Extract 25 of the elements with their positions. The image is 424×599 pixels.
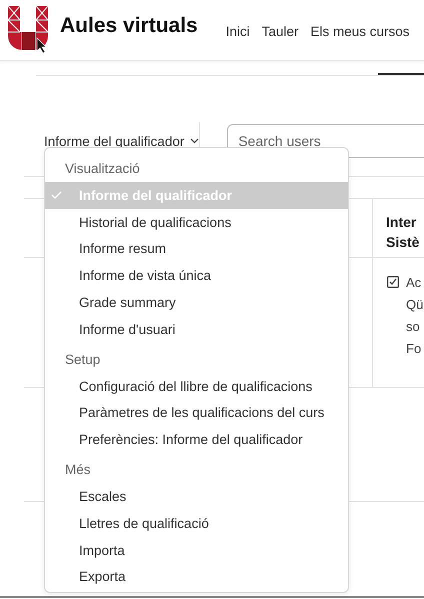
menu-section-title: Visualització xyxy=(64,160,141,178)
menu-item[interactable]: Historial de qualificacions xyxy=(45,208,348,236)
menu-item[interactable]: Escales xyxy=(45,483,348,510)
menu-item[interactable]: Grade summary xyxy=(45,289,348,316)
site-title: Aules virtuals xyxy=(60,14,198,38)
menu-item[interactable]: Preferències: Informe del qualificador xyxy=(45,426,348,454)
column-header: Inter Sistè xyxy=(372,199,424,258)
activity-text: Ac Qü so Fo xyxy=(406,274,424,358)
logo-icon xyxy=(8,6,48,54)
menu-item[interactable]: Configuració del llibre de qualificacions xyxy=(45,372,348,400)
menu-item[interactable]: Importa xyxy=(45,536,348,564)
nav-link[interactable]: Inici xyxy=(226,24,250,38)
menu-section-title: Més xyxy=(64,461,92,480)
nav-link[interactable]: Els meus cursos xyxy=(310,24,410,38)
menu-item[interactable]: Paràmetres de les qualificacions del curs xyxy=(45,400,348,426)
menu-item[interactable]: Informe d'usuari xyxy=(45,316,348,343)
check-icon xyxy=(51,191,62,199)
menu-item[interactable]: Exporta xyxy=(45,564,348,590)
menu-item[interactable]: Lletres de qualificació xyxy=(45,510,348,537)
menu-item[interactable]: Informe resum xyxy=(45,236,348,262)
menu-section-title: Setup xyxy=(64,350,102,369)
tab-indicator xyxy=(378,73,424,75)
nav-link[interactable]: Tauler xyxy=(262,24,299,38)
menu-item[interactable]: Informe de vista única xyxy=(45,262,348,290)
chevron-icon xyxy=(190,138,200,144)
